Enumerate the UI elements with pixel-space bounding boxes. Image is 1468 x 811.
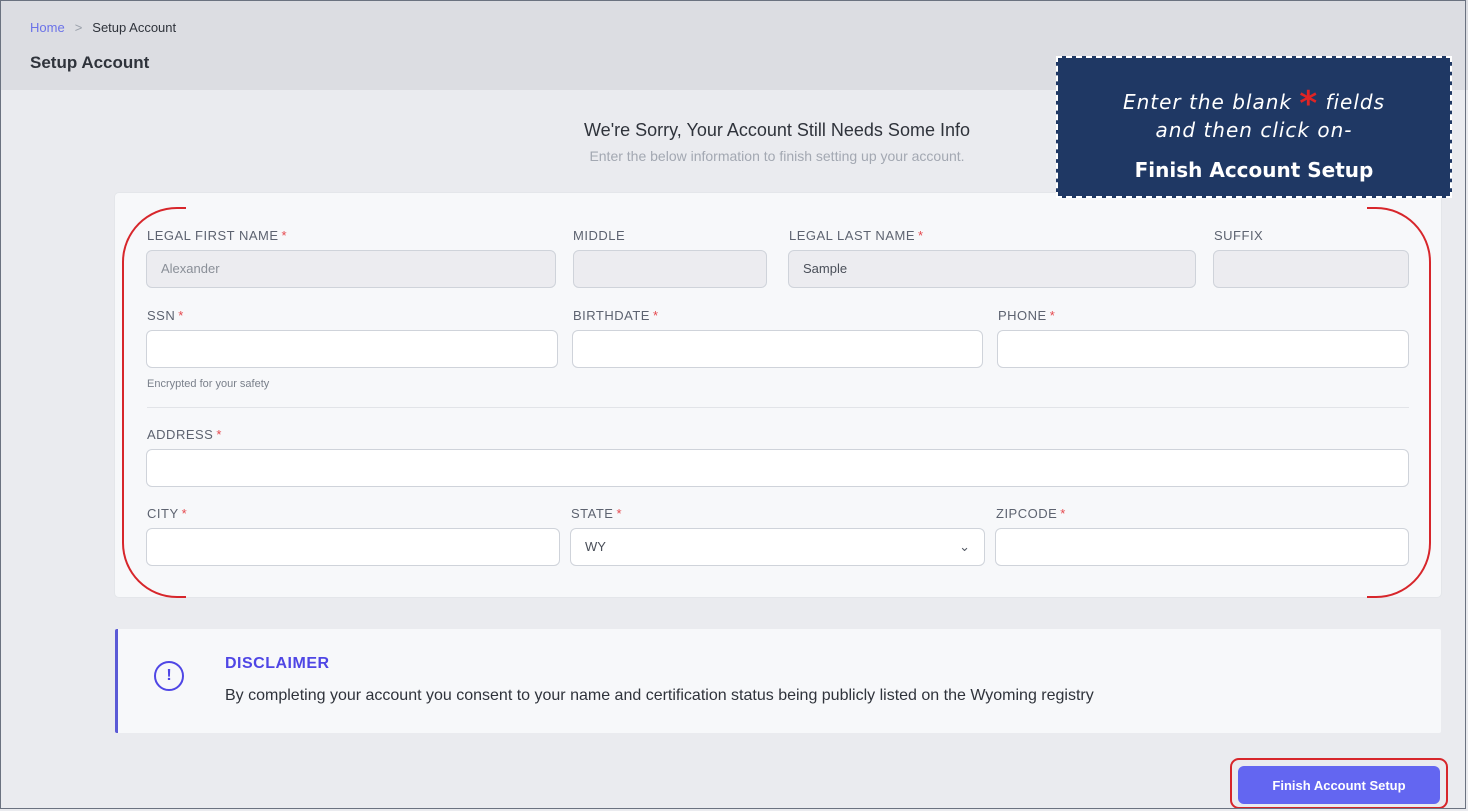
last-name-label: LEGAL LAST NAME * xyxy=(789,228,924,243)
zipcode-label: ZIPCODE * xyxy=(996,506,1066,521)
first-name-input[interactable]: Alexander xyxy=(146,250,556,288)
ssn-label: SSN * xyxy=(147,308,184,323)
state-select-value: WY xyxy=(585,539,606,554)
disclaimer-title: DISCLAIMER xyxy=(225,655,330,672)
middle-name-label: MIDDLE xyxy=(573,228,626,243)
address-input[interactable] xyxy=(146,449,1409,487)
breadcrumb-home-link[interactable]: Home xyxy=(30,20,65,35)
disclaimer-panel: ! DISCLAIMER By completing your account … xyxy=(115,629,1441,733)
city-label: CITY * xyxy=(147,506,188,521)
callout-line-3: Finish Account Setup xyxy=(1134,158,1374,182)
form-divider xyxy=(147,407,1409,408)
first-name-label: LEGAL FIRST NAME * xyxy=(147,228,288,243)
suffix-input[interactable] xyxy=(1213,250,1409,288)
birthdate-input[interactable] xyxy=(572,330,983,368)
page-title: Setup Account xyxy=(30,53,150,72)
instruction-callout: Enter the blank * fields and then click … xyxy=(1056,56,1452,198)
exclamation-circle-icon: ! xyxy=(154,661,184,691)
finish-account-setup-button[interactable]: Finish Account Setup xyxy=(1238,766,1440,804)
phone-label: PHONE * xyxy=(998,308,1056,323)
ssn-hint: Encrypted for your safety xyxy=(147,378,270,390)
breadcrumb-current: Setup Account xyxy=(92,20,177,35)
suffix-label: SUFFIX xyxy=(1214,228,1264,243)
birthdate-label: BIRTHDATE * xyxy=(573,308,659,323)
callout-line-1: Enter the blank * fields xyxy=(1122,84,1386,124)
state-select[interactable]: WY ⌄ xyxy=(570,528,985,566)
zipcode-input[interactable] xyxy=(995,528,1409,566)
chevron-right-icon: > xyxy=(74,20,83,35)
callout-line-2: and then click on- xyxy=(1155,118,1353,142)
city-input[interactable] xyxy=(146,528,560,566)
breadcrumb: Home > Setup Account xyxy=(30,20,176,35)
disclaimer-text: By completing your account you consent t… xyxy=(225,687,1094,704)
last-name-input[interactable]: Sample xyxy=(788,250,1196,288)
address-label: ADDRESS * xyxy=(147,427,222,442)
chevron-down-icon: ⌄ xyxy=(959,539,970,554)
ssn-input[interactable] xyxy=(146,330,558,368)
middle-name-input[interactable] xyxy=(573,250,767,288)
phone-input[interactable] xyxy=(997,330,1409,368)
state-label: STATE * xyxy=(571,506,623,521)
